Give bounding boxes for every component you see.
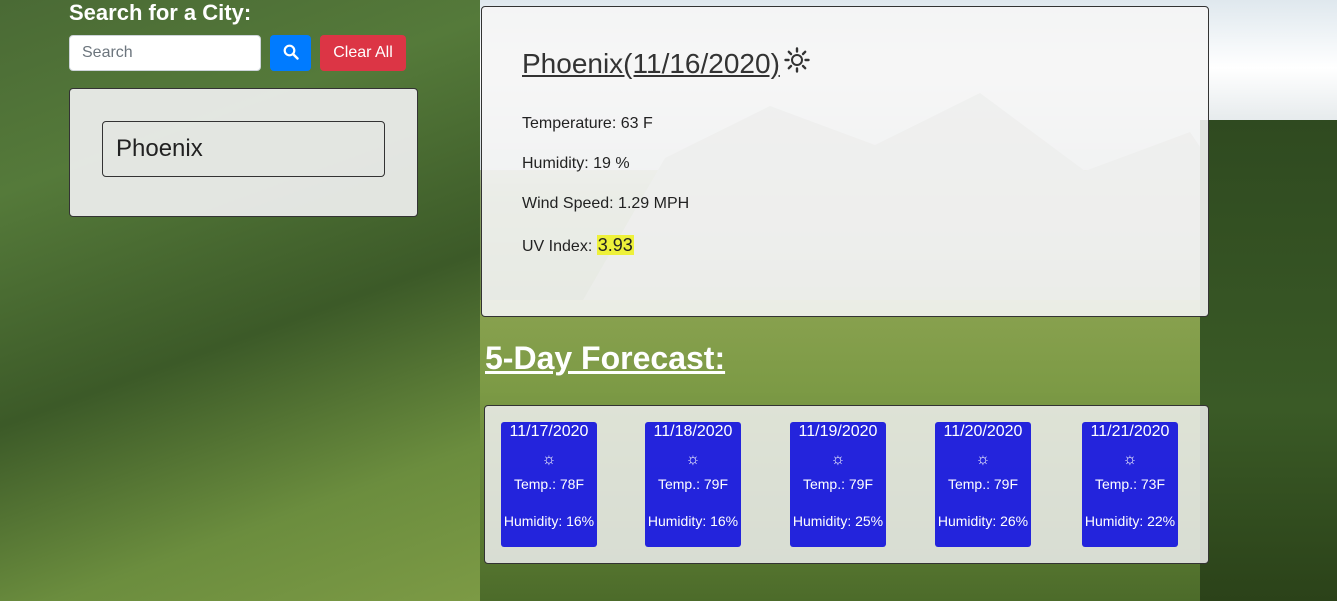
forecast-humidity: Humidity: 26%: [937, 513, 1029, 529]
forecast-panel: 11/17/2020 ☼ Temp.: 78F Humidity: 16% 11…: [484, 405, 1209, 564]
forecast-temp: Temp.: 79F: [657, 476, 729, 492]
forecast-temp: Temp.: 79F: [947, 476, 1019, 492]
temperature-text: Temperature: 63 F: [522, 115, 653, 132]
uv-index-value: 3.93: [596, 235, 634, 255]
background-trees: [1200, 120, 1337, 601]
forecast-date: 11/21/2020: [1090, 423, 1170, 440]
forecast-humidity: Humidity: 25%: [792, 513, 884, 529]
clear-all-button[interactable]: Clear All: [320, 35, 406, 71]
history-item-phoenix[interactable]: Phoenix: [102, 121, 385, 177]
search-input[interactable]: [69, 35, 261, 71]
forecast-card: 11/17/2020 ☼ Temp.: 78F Humidity: 16%: [501, 422, 597, 547]
forecast-humidity: Humidity: 22%: [1084, 513, 1176, 529]
forecast-card: 11/18/2020 ☼ Temp.: 79F Humidity: 16%: [645, 422, 741, 547]
sun-icon: ☼: [1122, 451, 1138, 468]
forecast-temp: Temp.: 73F: [1094, 476, 1166, 492]
forecast-title: 5-Day Forecast:: [485, 340, 726, 376]
uv-index-row: UV Index: 3.93: [522, 235, 634, 256]
forecast-card: 11/21/2020 ☼ Temp.: 73F Humidity: 22%: [1082, 422, 1178, 547]
forecast-temp: Temp.: 78F: [513, 476, 585, 492]
search-button[interactable]: [270, 35, 311, 71]
wind-speed-text: Wind Speed: 1.29 MPH: [522, 195, 690, 212]
sun-icon: ☼: [975, 451, 991, 468]
city-heading: Phoenix(11/16/2020): [522, 47, 810, 80]
forecast-date: 11/17/2020: [509, 423, 589, 440]
current-weather-panel: Phoenix(11/16/2020) Temperature: 63 F Hu…: [481, 6, 1209, 317]
sun-icon: ☼: [830, 451, 846, 468]
forecast-card: 11/20/2020 ☼ Temp.: 79F Humidity: 26%: [935, 422, 1031, 547]
sun-icon: ☼: [541, 451, 557, 468]
search-history-panel: Phoenix: [69, 88, 418, 217]
forecast-date: 11/19/2020: [798, 423, 878, 440]
forecast-temp: Temp.: 79F: [802, 476, 874, 492]
sun-icon: ☼: [685, 451, 701, 468]
search-title: Search for a City:: [69, 0, 252, 25]
sun-icon: [784, 47, 810, 80]
forecast-date: 11/18/2020: [653, 423, 733, 440]
uv-index-label: UV Index:: [522, 238, 597, 255]
city-date-title: Phoenix(11/16/2020): [522, 47, 780, 79]
humidity-text: Humidity: 19 %: [522, 155, 630, 172]
search-icon: [283, 44, 299, 63]
forecast-card: 11/19/2020 ☼ Temp.: 79F Humidity: 25%: [790, 422, 886, 547]
forecast-humidity: Humidity: 16%: [647, 513, 739, 529]
forecast-date: 11/20/2020: [943, 423, 1023, 440]
forecast-humidity: Humidity: 16%: [503, 513, 595, 529]
